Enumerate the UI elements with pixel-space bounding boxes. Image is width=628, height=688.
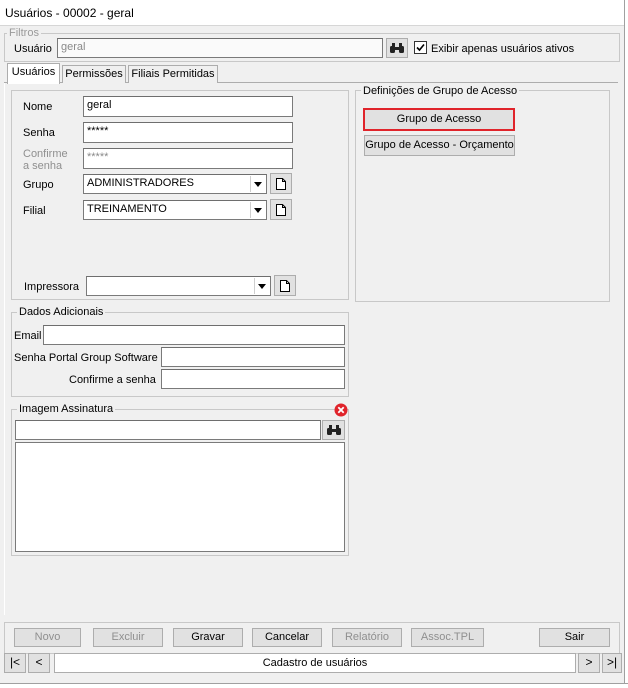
portal-password-label: Senha Portal Group Software (14, 352, 158, 364)
chevron-down-icon[interactable] (254, 278, 269, 294)
nav-last-button[interactable]: >| (602, 653, 622, 673)
signature-path-input[interactable] (15, 420, 321, 440)
confirme-label-line2: a senha (23, 160, 63, 172)
cancelar-button[interactable]: Cancelar (252, 628, 322, 647)
relatorio-button[interactable]: Relatório (332, 628, 402, 647)
nome-label: Nome (23, 101, 53, 113)
senha-label: Senha (23, 127, 55, 139)
impressora-select[interactable] (86, 276, 271, 296)
window-right-border (624, 0, 628, 688)
nav-next-button[interactable]: > (578, 653, 600, 673)
tab-permissoes[interactable]: Permissões (62, 65, 126, 84)
only-active-label: Exibir apenas usuários ativos (431, 43, 575, 55)
grupo-acesso-button[interactable]: Grupo de Acesso (363, 108, 515, 131)
portal-password-input[interactable] (161, 347, 345, 367)
portal-confirm-input[interactable] (161, 369, 345, 389)
nav-first-button[interactable]: |< (4, 653, 26, 673)
confirme-senha-input[interactable]: ***** (83, 148, 293, 169)
new-document-icon (280, 279, 290, 292)
window-title: Usuários - 00002 - geral (5, 6, 134, 20)
chevron-down-icon[interactable] (250, 176, 265, 192)
novo-button[interactable]: Novo (14, 628, 81, 647)
excluir-button[interactable]: Excluir (93, 628, 163, 647)
impressora-label: Impressora (24, 281, 80, 293)
signature-browse-button[interactable] (322, 420, 345, 440)
user-filter-label: Usuário (14, 43, 52, 55)
portal-confirm-label: Confirme a senha (69, 374, 156, 386)
filial-select-value: TREINAMENTO (87, 203, 167, 215)
user-filter-input[interactable]: geral (57, 38, 383, 58)
nome-input[interactable]: geral (83, 96, 293, 117)
email-input[interactable] (43, 325, 345, 345)
new-document-icon (276, 177, 286, 190)
status-text: Cadastro de usuários (54, 653, 576, 673)
grupo-acesso-orcamento-button[interactable]: Grupo de Acesso - Orçamento (364, 135, 515, 156)
tab-filiais-permitidas[interactable]: Filiais Permitidas (128, 65, 218, 84)
signature-legend: Imagem Assinatura (17, 403, 116, 415)
access-group-legend: Definições de Grupo de Acesso (361, 85, 520, 97)
checkmark-icon (416, 43, 425, 52)
email-label: Email (14, 330, 42, 342)
additional-data-legend: Dados Adicionais (17, 306, 106, 318)
grupo-new-button[interactable] (270, 173, 292, 194)
filial-select[interactable]: TREINAMENTO (83, 200, 267, 220)
filters-legend: Filtros (7, 27, 41, 39)
assoc-tpl-button[interactable]: Assoc.TPL (411, 628, 484, 647)
window-bottom-border (0, 683, 628, 688)
grupo-select-value: ADMINISTRADORES (87, 177, 194, 189)
grupo-select[interactable]: ADMINISTRADORES (83, 174, 267, 194)
sair-button[interactable]: Sair (539, 628, 610, 647)
title-bar: Usuários - 00002 - geral (0, 0, 628, 26)
filial-new-button[interactable] (270, 199, 292, 220)
chevron-down-icon[interactable] (250, 202, 265, 218)
user-search-button[interactable] (386, 38, 408, 58)
binoculars-icon (326, 425, 341, 435)
nav-prev-button[interactable]: < (28, 653, 50, 673)
only-active-checkbox[interactable] (414, 41, 427, 54)
signature-image-area (15, 442, 345, 552)
tab-usuarios[interactable]: Usuários (7, 63, 60, 84)
clear-signature-icon[interactable] (334, 403, 348, 417)
new-document-icon (276, 203, 286, 216)
grupo-label: Grupo (23, 179, 54, 191)
impressora-new-button[interactable] (274, 275, 296, 296)
binoculars-icon (390, 43, 404, 53)
filial-label: Filial (23, 205, 46, 217)
senha-input[interactable]: ***** (83, 122, 293, 143)
gravar-button[interactable]: Gravar (173, 628, 243, 647)
